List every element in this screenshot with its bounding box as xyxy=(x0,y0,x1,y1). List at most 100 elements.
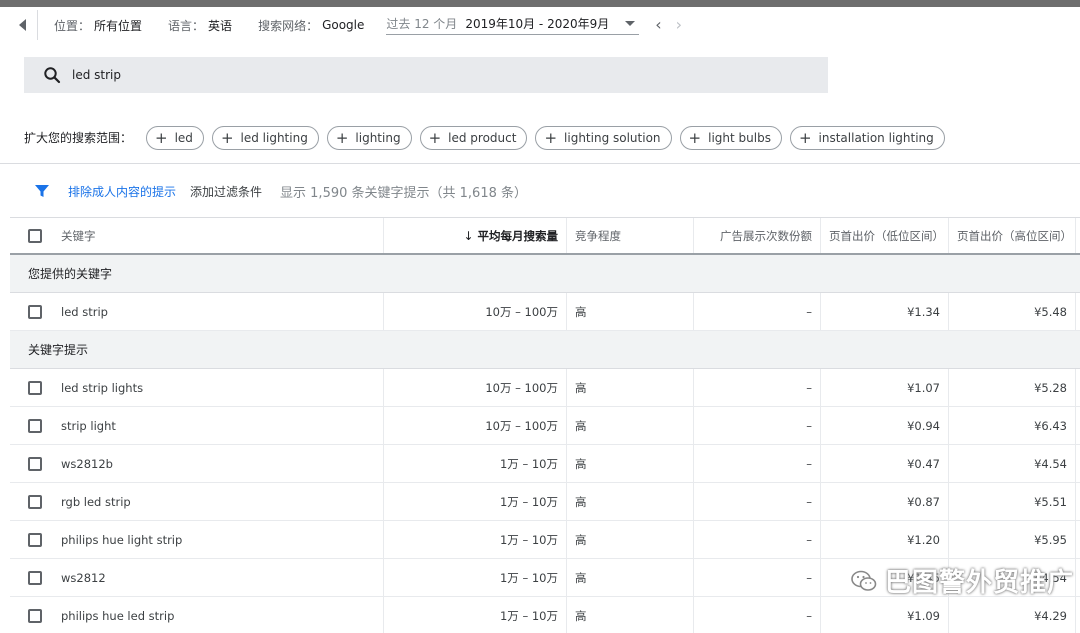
keyword-cell: philips hue light strip xyxy=(52,521,384,558)
avg-searches-cell: 1万 – 10万 xyxy=(384,521,567,558)
competition-cell: 高 xyxy=(567,407,694,444)
chip-label: led product xyxy=(448,131,516,145)
row-checkbox-cell[interactable] xyxy=(10,293,52,330)
header-keyword[interactable]: 关键字 xyxy=(52,218,384,253)
table-row[interactable]: philips hue led strip1万 – 10万高–¥1.09¥4.2… xyxy=(10,597,1080,633)
location-filter[interactable]: 位置： 所有位置 xyxy=(54,17,142,34)
row-checkbox-cell[interactable] xyxy=(10,445,52,482)
row-checkbox[interactable] xyxy=(28,495,42,509)
impression-share-cell: – xyxy=(694,369,821,406)
impression-share-cell: – xyxy=(694,293,821,330)
provided-rows: led strip10万 – 100万高–¥1.34¥5.48 xyxy=(10,293,1080,331)
chevron-right-icon[interactable]: › xyxy=(676,17,682,33)
competition-cell: 高 xyxy=(567,293,694,330)
row-checkbox-cell[interactable] xyxy=(10,483,52,520)
plus-icon: + xyxy=(689,132,702,144)
table-row[interactable]: rgb led strip1万 – 10万高–¥0.87¥5.51 xyxy=(10,483,1080,521)
expand-search-label: 扩大您的搜索范围： xyxy=(24,129,132,146)
group-keyword-ideas: 关键字提示 xyxy=(10,331,1080,369)
network-filter[interactable]: 搜索网络： Google xyxy=(258,17,364,34)
plus-icon: + xyxy=(429,132,442,144)
filter-funnel-icon[interactable] xyxy=(34,183,50,199)
low-bid-cell: ¥1.09 xyxy=(821,597,949,633)
row-checkbox[interactable] xyxy=(28,609,42,623)
table-row[interactable]: led strip lights10万 – 100万高–¥1.07¥5.28 xyxy=(10,369,1080,407)
keyword-cell: ws2812 xyxy=(52,559,384,596)
select-all-checkbox[interactable] xyxy=(28,229,42,243)
competition-cell: 高 xyxy=(567,597,694,633)
search-input[interactable] xyxy=(72,68,672,82)
low-bid-cell: ¥1.20 xyxy=(821,521,949,558)
search-icon xyxy=(42,65,62,85)
header-competition[interactable]: 竞争程度 xyxy=(567,218,694,253)
row-checkbox-cell[interactable] xyxy=(10,369,52,406)
chip-led-lighting[interactable]: + led lighting xyxy=(212,126,319,150)
row-checkbox-cell[interactable] xyxy=(10,521,52,558)
plus-icon: + xyxy=(799,132,812,144)
high-bid-cell: ¥4.54 xyxy=(949,445,1076,482)
table-row[interactable]: ws28121万 – 10万高–¥1.45¥4.54 xyxy=(10,559,1080,597)
table-header: 关键字 ↓ 平均每月搜索量 竞争程度 广告展示次数份额 页首出价（低位区间） 页… xyxy=(10,217,1080,255)
results-count-text: 显示 1,590 条关键字提示（共 1,618 条） xyxy=(280,182,527,201)
high-bid-cell: ¥4.54 xyxy=(949,559,1076,596)
header-avg-monthly-searches[interactable]: ↓ 平均每月搜索量 xyxy=(384,218,567,253)
chip-label: led xyxy=(175,131,193,145)
language-label: 语言： xyxy=(168,17,204,34)
keyword-cell: ws2812b xyxy=(52,445,384,482)
impression-share-cell: – xyxy=(694,483,821,520)
low-bid-cell: ¥1.34 xyxy=(821,293,949,330)
competition-cell: 高 xyxy=(567,369,694,406)
chip-led-product[interactable]: + led product xyxy=(420,126,528,150)
row-checkbox-cell[interactable] xyxy=(10,559,52,596)
table-row[interactable]: ws2812b1万 – 10万高–¥0.47¥4.54 xyxy=(10,445,1080,483)
header-impression-share[interactable]: 广告展示次数份额 xyxy=(694,218,821,253)
avg-searches-cell: 1万 – 10万 xyxy=(384,559,567,596)
row-checkbox[interactable] xyxy=(28,419,42,433)
plus-icon: + xyxy=(155,132,168,144)
row-checkbox-cell[interactable] xyxy=(10,407,52,444)
plus-icon: + xyxy=(544,132,557,144)
row-checkbox[interactable] xyxy=(28,571,42,585)
row-checkbox-cell[interactable] xyxy=(10,597,52,633)
chip-light-bulbs[interactable]: + light bulbs xyxy=(680,126,782,150)
collapse-panel-button[interactable] xyxy=(8,10,38,40)
table-row[interactable]: led strip10万 – 100万高–¥1.34¥5.48 xyxy=(10,293,1080,331)
header-low-bid[interactable]: 页首出价（低位区间） xyxy=(821,218,949,253)
triangle-left-icon xyxy=(19,19,26,31)
chevron-left-icon[interactable]: ‹ xyxy=(655,17,661,33)
network-label: 搜索网络： xyxy=(258,17,318,34)
high-bid-cell: ¥6.43 xyxy=(949,407,1076,444)
competition-cell: 高 xyxy=(567,559,694,596)
language-filter[interactable]: 语言： 英语 xyxy=(168,17,232,34)
high-bid-cell: ¥5.28 xyxy=(949,369,1076,406)
chip-label: lighting xyxy=(355,131,400,145)
low-bid-cell: ¥0.87 xyxy=(821,483,949,520)
header-high-bid[interactable]: 页首出价（高位区间） xyxy=(949,218,1076,253)
impression-share-cell: – xyxy=(694,559,821,596)
location-label: 位置： xyxy=(54,17,90,34)
expand-search-row: 扩大您的搜索范围： + led + led lighting + lightin… xyxy=(0,112,1080,164)
filter-toolbar: 排除成人内容的提示 添加过滤条件 显示 1,590 条关键字提示（共 1,618… xyxy=(0,172,1080,210)
date-range-selector[interactable]: 过去 12 个月 2019年10月 - 2020年9月 xyxy=(386,15,639,35)
high-bid-cell: ¥5.51 xyxy=(949,483,1076,520)
date-range-value: 2019年10月 - 2020年9月 xyxy=(465,15,609,32)
period-label: 过去 12 个月 xyxy=(386,15,457,32)
keyword-table: 关键字 ↓ 平均每月搜索量 竞争程度 广告展示次数份额 页首出价（低位区间） 页… xyxy=(10,217,1080,633)
chip-led[interactable]: + led xyxy=(146,126,204,150)
keyword-search-box[interactable] xyxy=(24,57,828,93)
chip-lighting-solution[interactable]: + lighting solution xyxy=(535,126,671,150)
row-checkbox[interactable] xyxy=(28,533,42,547)
chip-lighting[interactable]: + lighting xyxy=(327,126,412,150)
exclude-adult-filter-link[interactable]: 排除成人内容的提示 xyxy=(68,183,176,200)
table-row[interactable]: strip light10万 – 100万高–¥0.94¥6.43 xyxy=(10,407,1080,445)
chip-installation-lighting[interactable]: + installation lighting xyxy=(790,126,945,150)
row-checkbox[interactable] xyxy=(28,457,42,471)
avg-searches-cell: 1万 – 10万 xyxy=(384,483,567,520)
header-checkbox-cell[interactable] xyxy=(10,218,52,253)
table-row[interactable]: philips hue light strip1万 – 10万高–¥1.20¥5… xyxy=(10,521,1080,559)
row-checkbox[interactable] xyxy=(28,305,42,319)
row-checkbox[interactable] xyxy=(28,381,42,395)
add-filter-button[interactable]: 添加过滤条件 xyxy=(190,183,262,200)
keyword-cell: led strip lights xyxy=(52,369,384,406)
keyword-cell: strip light xyxy=(52,407,384,444)
